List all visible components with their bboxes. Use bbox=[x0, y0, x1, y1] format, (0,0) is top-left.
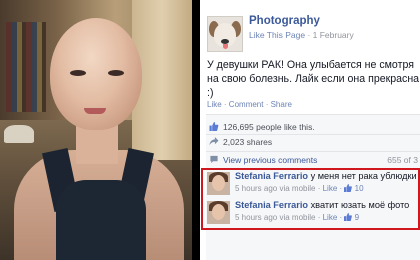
person-mouth bbox=[84, 108, 106, 114]
highlight-box bbox=[201, 168, 420, 230]
meta-separator: · bbox=[305, 30, 313, 40]
shares-row[interactable]: 2,023 shares bbox=[209, 137, 272, 147]
person-top bbox=[56, 180, 146, 260]
view-previous-comments-link[interactable]: View previous comments bbox=[209, 155, 317, 165]
lamp bbox=[4, 125, 34, 143]
comment-count: 655 of 3 bbox=[387, 155, 418, 165]
person-eye-left bbox=[70, 70, 86, 76]
post-photo[interactable] bbox=[0, 0, 192, 260]
page-avatar[interactable] bbox=[207, 16, 243, 52]
person-neck bbox=[76, 124, 118, 164]
view-previous-label: View previous comments bbox=[223, 155, 318, 165]
likes-row[interactable]: 126,695 people like this. bbox=[209, 122, 315, 132]
likes-count: 126,695 people like this. bbox=[223, 122, 315, 132]
divider bbox=[206, 134, 420, 135]
person-eye-right bbox=[108, 70, 124, 76]
share-icon bbox=[209, 137, 219, 146]
bookshelf bbox=[6, 22, 46, 112]
comment-bubble-icon bbox=[210, 155, 218, 164]
share-link[interactable]: Share bbox=[271, 100, 292, 109]
dog-tongue bbox=[223, 44, 228, 49]
thumbs-up-icon bbox=[209, 122, 219, 131]
post-date[interactable]: 1 February bbox=[313, 30, 354, 40]
shares-count: 2,023 shares bbox=[223, 137, 273, 147]
post-actions: Like · Comment · Share bbox=[207, 100, 292, 109]
post-header: Photography Like This Page · 1 February bbox=[207, 13, 417, 52]
divider bbox=[206, 151, 420, 152]
comment-link[interactable]: Comment bbox=[229, 100, 264, 109]
like-link[interactable]: Like bbox=[207, 100, 222, 109]
post-meta: Like This Page · 1 February bbox=[249, 30, 354, 40]
like-page-link[interactable]: Like This Page bbox=[249, 30, 305, 40]
post-text: У девушки РАК! Она улыбается не смотря н… bbox=[207, 59, 420, 99]
page-name-link[interactable]: Photography bbox=[249, 15, 320, 27]
